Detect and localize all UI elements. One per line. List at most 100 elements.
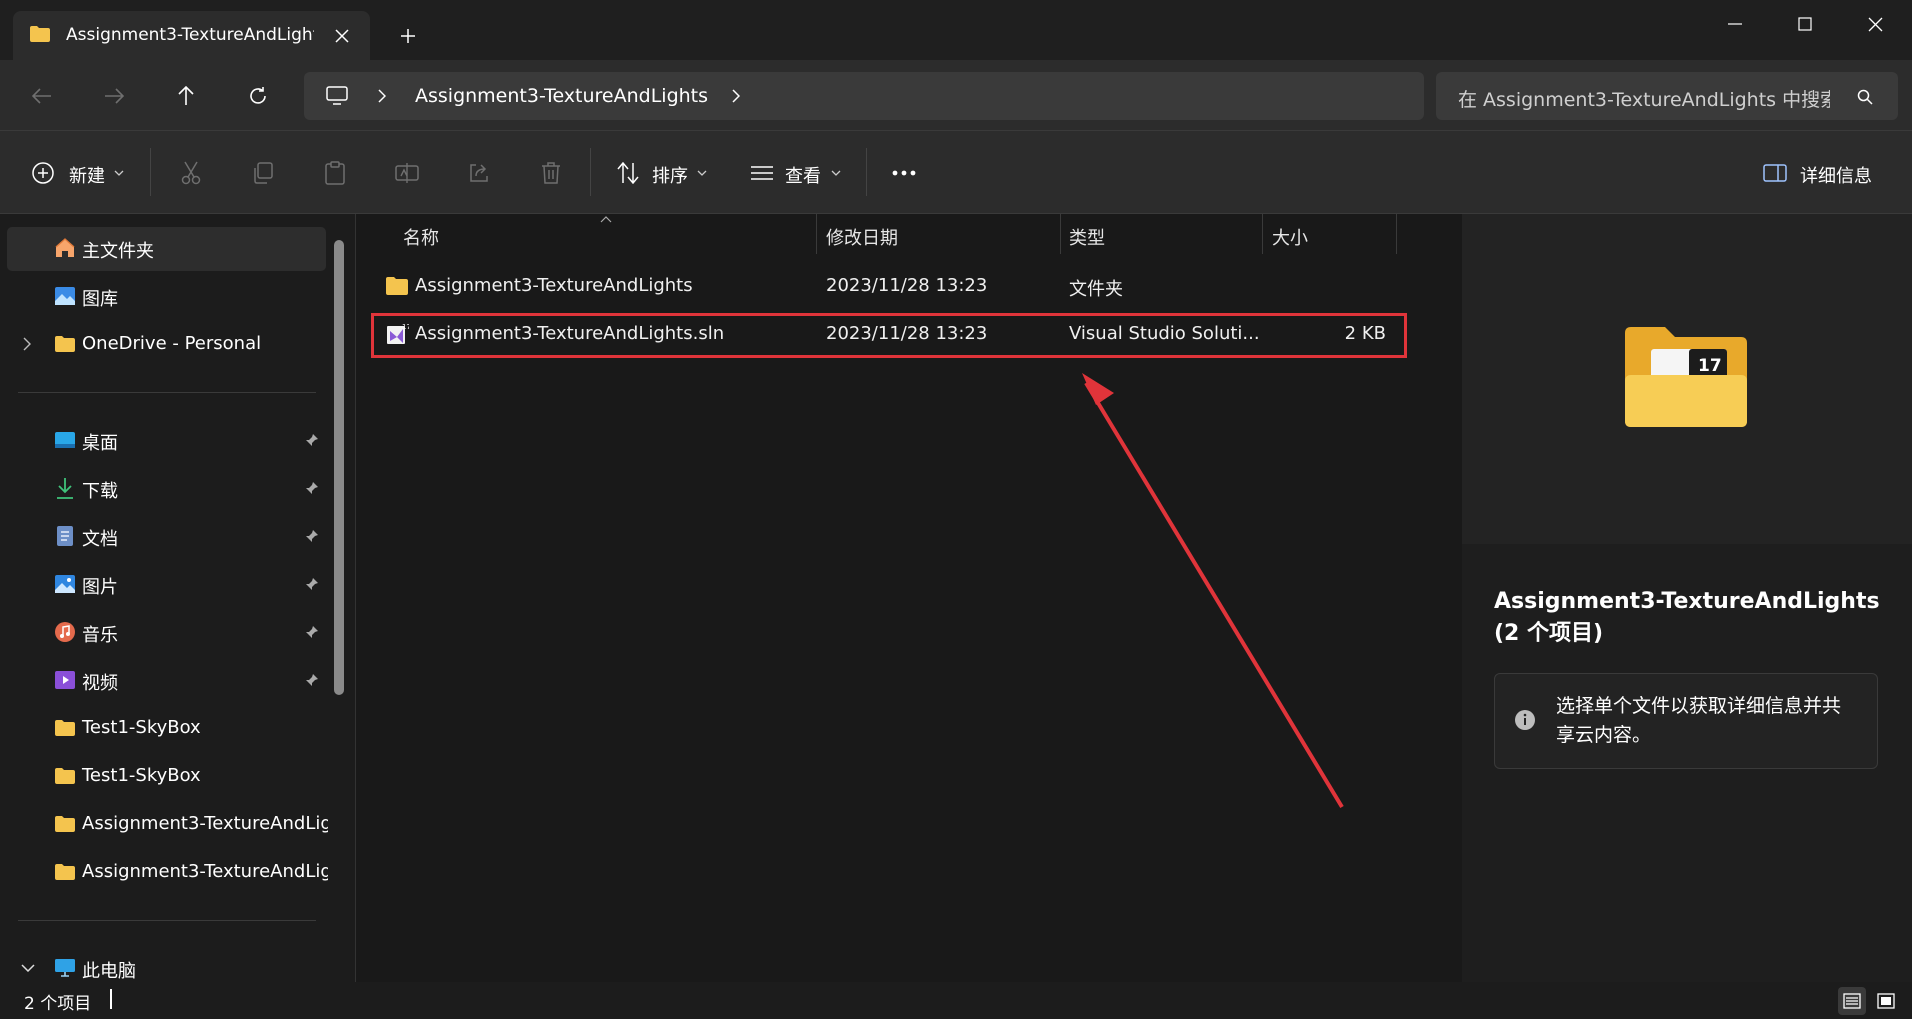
details-view-icon[interactable] [1838,987,1866,1015]
column-divider[interactable] [1060,214,1061,254]
info-text: 选择单个文件以获取详细信息并共享云内容。 [1556,695,1842,746]
up-icon[interactable] [172,82,200,110]
nav-item-pictures[interactable]: 图片 [0,564,330,604]
paste-icon[interactable] [320,158,350,188]
sort-button[interactable]: 排序 [652,162,688,188]
column-header-modified[interactable]: 修改日期 [826,224,898,250]
search-icon[interactable] [1854,86,1876,108]
nav-item-folder[interactable]: Test1-SkyBox [0,756,328,796]
item-count: 2 个项目 [24,994,92,1014]
download-icon [53,476,77,500]
search-input[interactable]: 在 Assignment3-TextureAndLights 中搜索 [1458,85,1830,112]
nav-item-home[interactable]: 主文件夹 [0,228,330,268]
nav-label: Test1-SkyBox [82,765,201,786]
sidebar-scrollbar[interactable] [334,240,344,695]
nav-divider [18,920,316,921]
nav-label: 图库 [82,289,118,310]
nav-item-videos[interactable]: 视频 [0,660,330,700]
table-row[interactable]: Assignment3-TextureAndLights 2023/11/28 … [372,266,1404,306]
close-tab-icon[interactable] [330,24,354,48]
large-icons-view-icon[interactable] [1872,987,1900,1015]
copy-icon[interactable] [248,158,278,188]
nav-label: Assignment3-TextureAndLights [82,861,328,882]
back-icon[interactable] [28,82,56,110]
nav-label: 音乐 [82,625,118,646]
sort-ascending-icon [599,214,613,224]
folder-icon [53,332,77,356]
preview-badge: 17 [1698,356,1722,376]
nav-label: 视频 [82,673,118,694]
nav-item-downloads[interactable]: 下载 [0,468,330,508]
folder-preview-icon: 17 [1620,322,1752,432]
column-header-type[interactable]: 类型 [1069,224,1105,250]
status-separator [110,989,112,1009]
close-window-icon[interactable] [1858,12,1892,36]
new-button[interactable]: 新建 [69,162,105,188]
cut-icon[interactable] [176,158,206,188]
chevron-right-icon[interactable] [728,86,744,106]
chevron-down-icon[interactable] [112,167,126,179]
nav-label: 主文件夹 [82,241,154,262]
plus-icon[interactable] [396,24,420,48]
chevron-down-icon[interactable] [829,167,843,179]
more-options-icon[interactable] [888,158,920,188]
nav-label: Test1-SkyBox [82,717,201,738]
chevron-down-icon[interactable] [20,961,36,975]
nav-item-folder[interactable]: Assignment3-TextureAndLights [0,804,328,844]
nav-item-documents[interactable]: 文档 [0,516,330,556]
pin-icon [302,430,322,450]
details-pane-icon[interactable] [1762,160,1788,186]
column-header-name[interactable]: 名称 [403,224,439,250]
details-button[interactable]: 详细信息 [1800,162,1872,188]
nav-item-folder[interactable]: Assignment3-TextureAndLights [0,852,328,892]
document-icon [53,524,77,548]
chevron-right-icon[interactable] [20,336,34,352]
column-header-size[interactable]: 大小 [1272,224,1308,250]
folder-icon [384,274,410,298]
computer-icon [53,956,77,980]
pin-icon [302,622,322,642]
nav-label: 图片 [82,577,118,598]
pin-icon [302,478,322,498]
refresh-icon[interactable] [244,82,272,110]
column-divider[interactable] [1262,214,1263,254]
pin-icon [302,526,322,546]
sort-icon[interactable] [614,159,642,187]
rename-icon[interactable] [392,158,422,188]
column-divider[interactable] [1396,214,1397,254]
column-divider[interactable] [816,214,817,254]
pin-icon [302,574,322,594]
chevron-right-icon[interactable] [374,86,390,106]
separator [866,148,867,196]
nav-item-gallery[interactable]: 图库 [0,276,330,316]
minimize-icon[interactable] [1718,12,1752,36]
info-icon [1512,707,1538,733]
nav-item-music[interactable]: 音乐 [0,612,330,652]
nav-label: 此电脑 [82,961,136,982]
folder-icon [53,716,77,740]
file-name: Assignment3-TextureAndLights [415,275,693,296]
new-icon[interactable] [30,160,56,186]
pin-icon [302,670,322,690]
view-icon[interactable] [748,159,776,187]
nav-divider [18,392,316,393]
nav-label: OneDrive - Personal [82,333,262,354]
video-icon [53,668,77,692]
command-bar [0,130,1912,214]
forward-icon[interactable] [100,82,128,110]
chevron-down-icon[interactable] [695,167,709,179]
share-icon[interactable] [464,158,494,188]
home-icon [53,236,77,260]
separator [590,148,591,196]
nav-label: 桌面 [82,433,118,454]
nav-item-onedrive[interactable]: OneDrive - Personal [0,324,330,364]
nav-item-desktop[interactable]: 桌面 [0,420,330,460]
desktop-icon [53,428,77,452]
nav-item-folder[interactable]: Test1-SkyBox [0,708,328,748]
view-button[interactable]: 查看 [785,162,821,188]
maximize-icon[interactable] [1788,12,1822,36]
delete-icon[interactable] [536,158,566,188]
breadcrumb[interactable]: Assignment3-TextureAndLights [415,85,708,107]
monitor-icon[interactable] [322,82,352,110]
status-bar [0,982,1912,1019]
